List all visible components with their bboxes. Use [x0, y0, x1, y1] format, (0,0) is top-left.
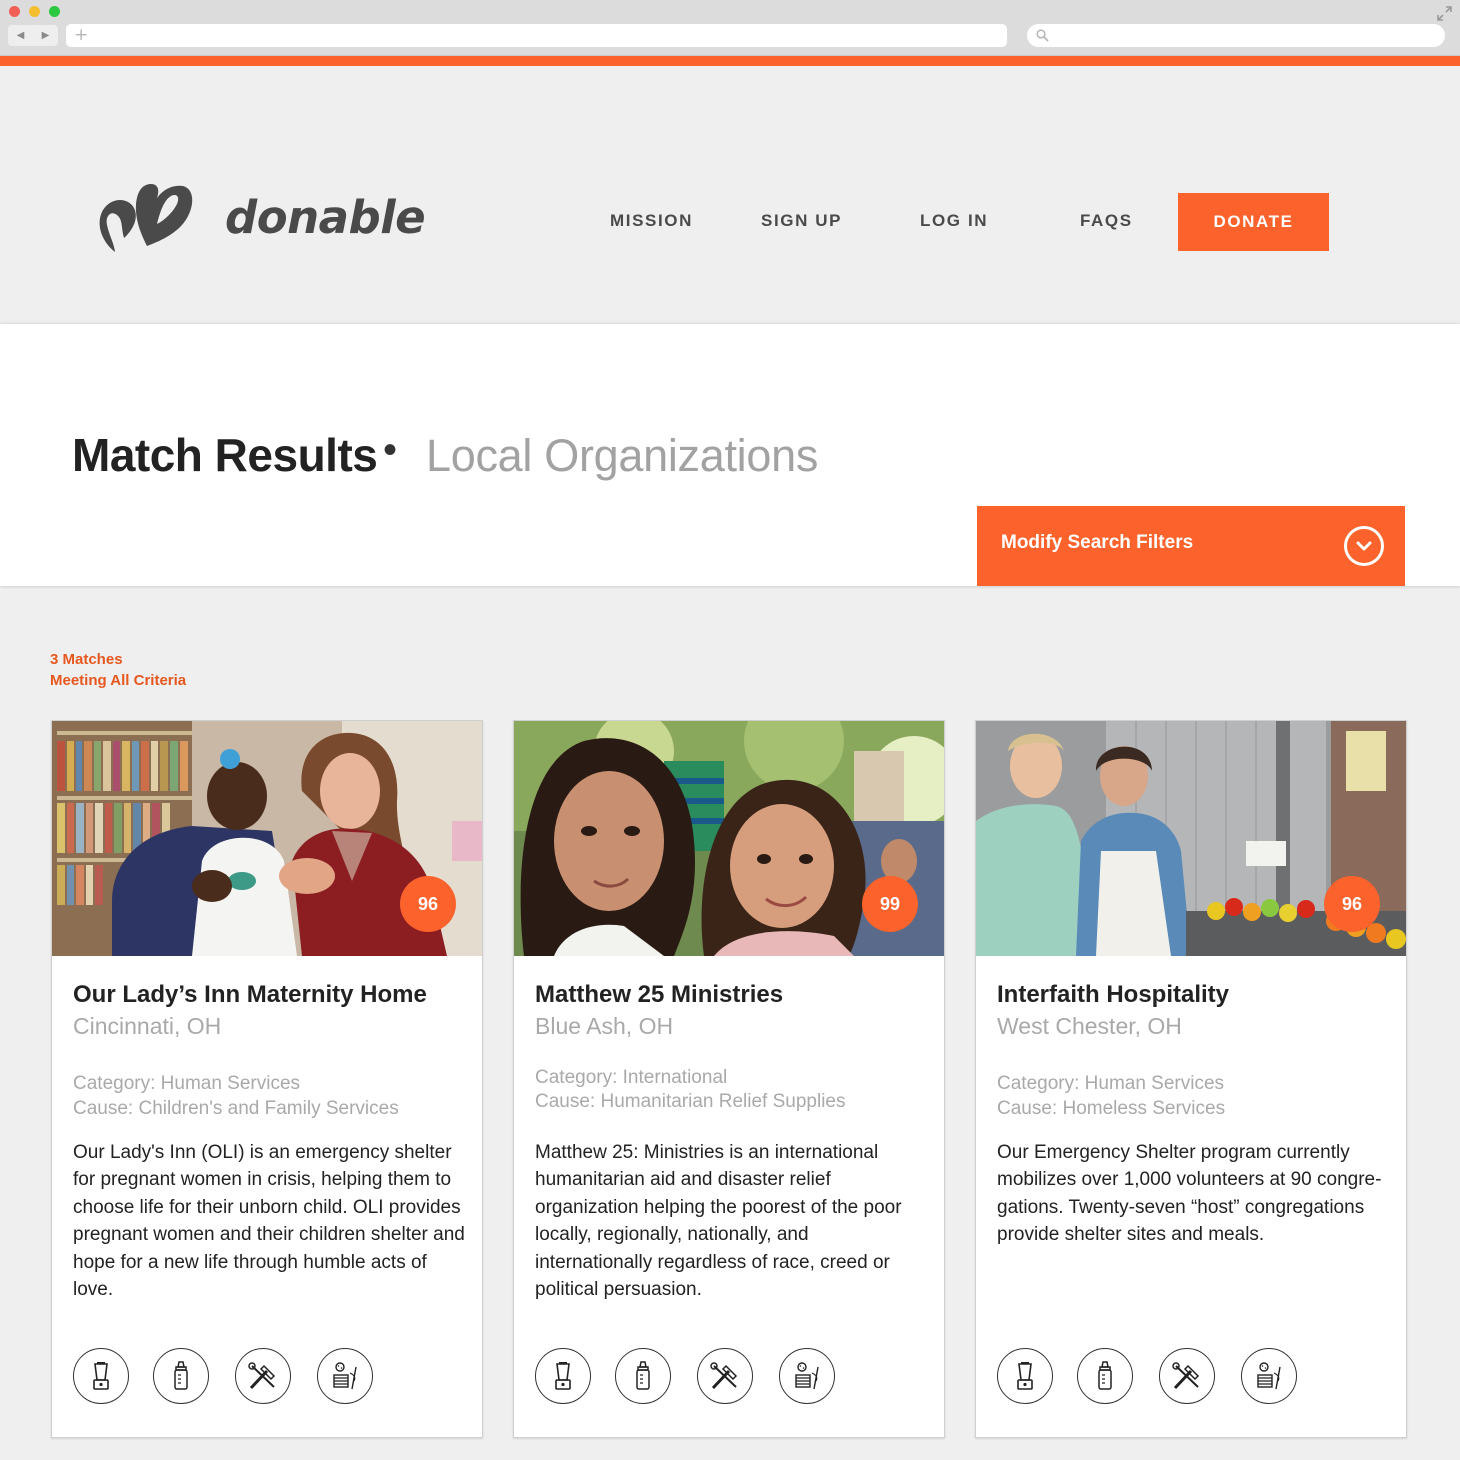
- match-score-badge: 96: [400, 876, 456, 932]
- address-bar[interactable]: +: [66, 24, 1007, 47]
- org-cause: Cause: Children's and Family Services: [73, 1098, 399, 1119]
- org-card[interactable]: 99 Matthew 25 Ministries Blue Ash, OH Ca…: [513, 720, 945, 1438]
- sewing-supplies-icon[interactable]: [779, 1348, 835, 1404]
- nav-sign-up[interactable]: SIGN UP: [761, 211, 842, 231]
- sewing-supplies-icon[interactable]: [1241, 1348, 1297, 1404]
- org-name[interactable]: Interfaith Hospitality: [997, 981, 1229, 1009]
- page-subtitle: Local Organizations: [426, 430, 819, 481]
- org-name[interactable]: Matthew 25 Ministries: [535, 981, 783, 1009]
- org-card[interactable]: 96 Interfaith Hospitality West Chester, …: [975, 720, 1407, 1438]
- org-photo: 96: [976, 721, 1406, 956]
- matches-summary: 3 Matches Meeting All Criteria: [50, 649, 186, 691]
- matches-count: 3 Matches: [50, 651, 123, 668]
- chevron-down-icon: [1344, 526, 1384, 566]
- browser-search-field[interactable]: [1027, 24, 1445, 47]
- new-tab-icon[interactable]: +: [74, 25, 88, 45]
- org-category: Category: Human Services: [997, 1073, 1225, 1094]
- tools-icon[interactable]: [235, 1348, 291, 1404]
- accent-bar: [0, 56, 1460, 66]
- match-score-badge: 96: [1324, 876, 1380, 932]
- baby-bottle-icon[interactable]: [153, 1348, 209, 1404]
- close-window-button[interactable]: [9, 6, 20, 17]
- org-photo: 96: [52, 721, 482, 956]
- org-cause: Cause: Homeless Services: [997, 1098, 1226, 1119]
- page-title: Match Results: [72, 429, 378, 481]
- donation-needs-icons: [997, 1348, 1297, 1404]
- org-description: Matthew 25: Ministries is an internation…: [535, 1142, 902, 1301]
- filters-button-label: Modify Search Filters: [1001, 532, 1194, 553]
- org-description: Our Lady's Inn (OLI) is an emergency she…: [73, 1142, 465, 1301]
- back-button[interactable]: ◀: [17, 30, 25, 41]
- donation-needs-icons: [73, 1348, 373, 1404]
- minimize-window-button[interactable]: [29, 6, 40, 17]
- forward-button[interactable]: ▶: [42, 30, 50, 41]
- baby-bottle-icon[interactable]: [615, 1348, 671, 1404]
- maximize-window-button[interactable]: [49, 6, 60, 17]
- baby-bottle-icon[interactable]: [1077, 1348, 1133, 1404]
- donation-needs-icons: [535, 1348, 835, 1404]
- history-nav: ◀ ▶: [8, 25, 58, 46]
- site-header: donable MISSION SIGN UP LOG IN FAQS DONA…: [0, 66, 1460, 324]
- org-card[interactable]: 96 Our Lady’s Inn Maternity Home Cincinn…: [51, 720, 483, 1438]
- org-cause: Cause: Humanitarian Relief Supplies: [535, 1091, 846, 1112]
- org-location: Blue Ash, OH: [535, 1013, 674, 1039]
- blender-icon[interactable]: [535, 1348, 591, 1404]
- blender-icon[interactable]: [73, 1348, 129, 1404]
- brand-wordmark[interactable]: donable: [225, 191, 426, 244]
- results-header: Match Results • Local Organizations Modi…: [0, 324, 1460, 586]
- tools-icon[interactable]: [1159, 1348, 1215, 1404]
- browser-chrome: ◀ ▶ +: [0, 0, 1460, 56]
- org-photo: 99: [514, 721, 944, 956]
- org-name[interactable]: Our Lady’s Inn Maternity Home: [73, 981, 427, 1009]
- org-location: Cincinnati, OH: [73, 1013, 222, 1039]
- org-category: Category: International: [535, 1067, 728, 1088]
- modify-search-filters-button[interactable]: Modify Search Filters: [977, 506, 1405, 586]
- nav-mission[interactable]: MISSION: [610, 211, 693, 231]
- donable-logo-icon[interactable]: [97, 180, 195, 260]
- sewing-supplies-icon[interactable]: [317, 1348, 373, 1404]
- nav-log-in[interactable]: LOG IN: [920, 211, 988, 231]
- matches-note: Meeting All Criteria: [50, 672, 187, 689]
- blender-icon[interactable]: [997, 1348, 1053, 1404]
- fullscreen-icon[interactable]: [1437, 6, 1452, 21]
- org-description: Our Emergency Shelter program currently …: [997, 1142, 1382, 1246]
- tools-icon[interactable]: [697, 1348, 753, 1404]
- org-location: West Chester, OH: [997, 1013, 1182, 1039]
- title-separator: •: [383, 428, 398, 472]
- nav-faqs[interactable]: FAQS: [1080, 211, 1133, 231]
- org-category: Category: Human Services: [73, 1073, 301, 1094]
- search-icon: [1036, 29, 1049, 42]
- match-score-badge: 99: [862, 876, 918, 932]
- donate-button[interactable]: DONATE: [1178, 193, 1329, 251]
